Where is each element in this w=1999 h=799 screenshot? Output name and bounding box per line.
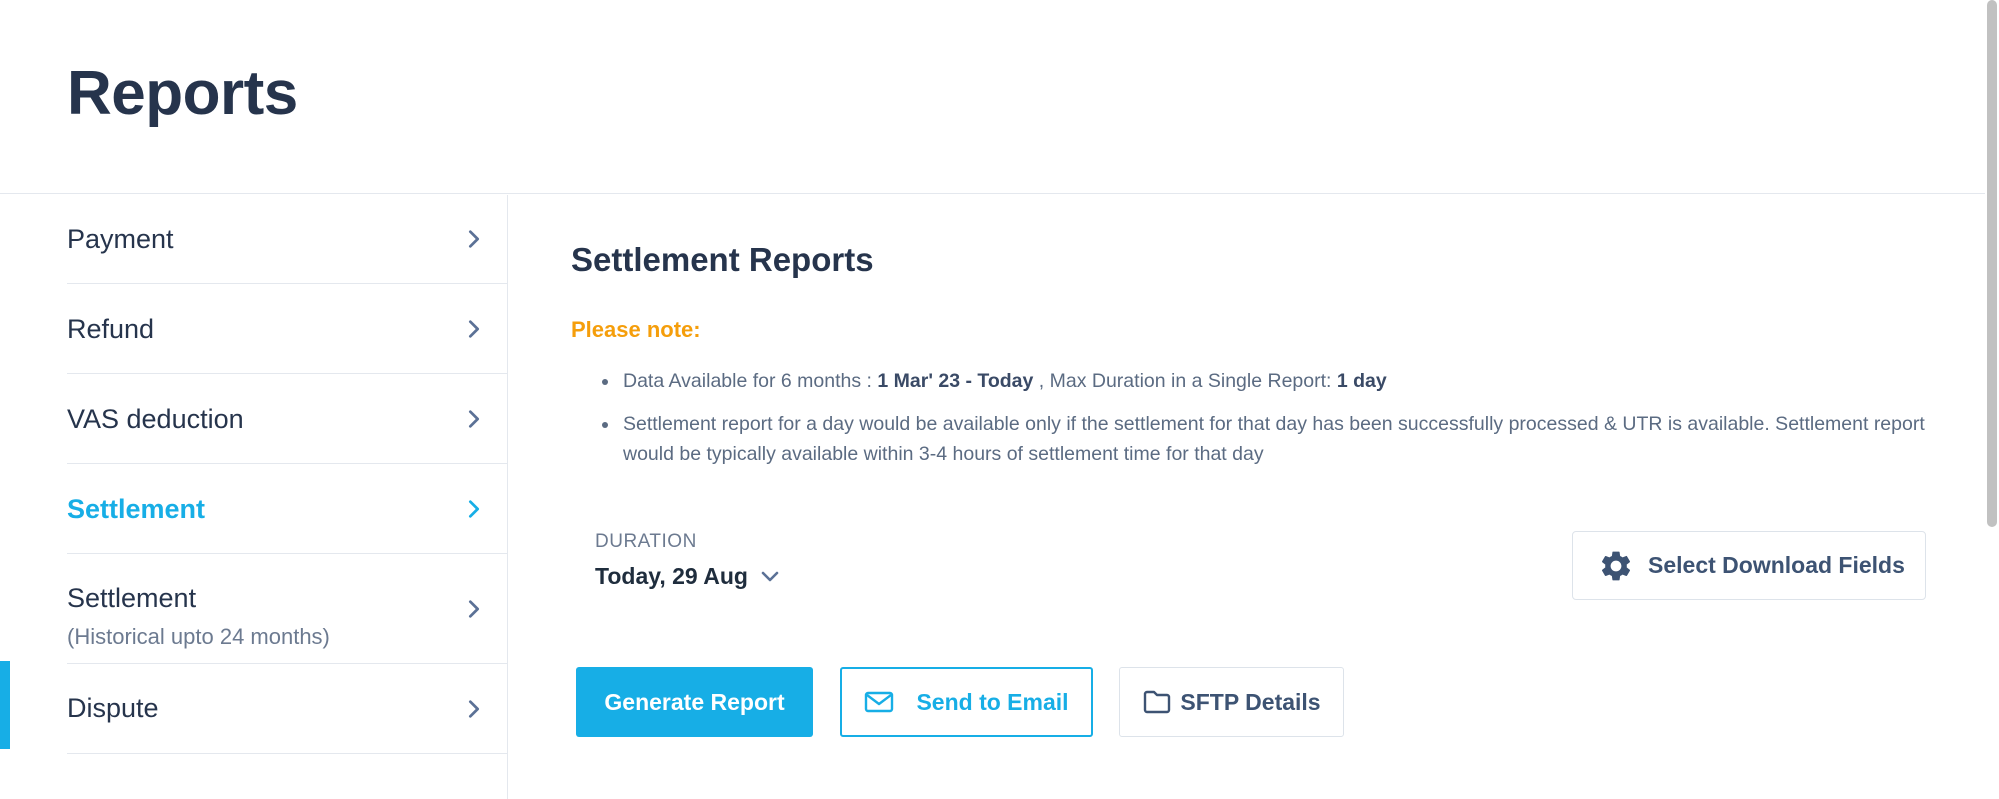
chevron-right-icon — [468, 700, 480, 718]
sidebar-item-refund[interactable]: Refund — [67, 284, 507, 374]
send-to-email-button[interactable]: Send to Email — [840, 667, 1093, 737]
duration-label: DURATION — [595, 531, 697, 552]
chevron-right-icon — [468, 320, 480, 338]
sftp-details-button[interactable]: SFTP Details — [1119, 667, 1344, 737]
gear-icon — [1601, 551, 1631, 580]
note-text: Settlement report for a day would be ava… — [623, 413, 1925, 465]
duration-value: Today, 29 Aug — [595, 563, 748, 589]
generate-report-label: Generate Report — [604, 688, 785, 715]
active-indicator — [0, 661, 10, 749]
note-max-duration: 1 day — [1336, 370, 1387, 392]
chevron-right-icon — [468, 410, 480, 428]
duration-dropdown[interactable]: Today, 29 Aug — [595, 563, 780, 590]
sidebar-item-label: Settlement — [67, 583, 197, 613]
chevron-right-icon — [468, 500, 480, 518]
sidebar-item-vas-deduction[interactable]: VAS deduction — [67, 374, 507, 464]
chevron-right-icon — [468, 600, 480, 618]
select-download-fields-label: Select Download Fields — [1648, 552, 1905, 578]
note-item: Settlement report for a day would be ava… — [594, 409, 1934, 469]
scrollbar-thumb[interactable] — [1987, 0, 1997, 527]
folder-icon — [1144, 690, 1171, 714]
sidebar-item-label: Dispute — [67, 693, 159, 723]
note-text: Data Available for 6 months : — [623, 370, 878, 392]
mail-icon — [865, 691, 894, 713]
send-to-email-label: Send to Email — [916, 688, 1069, 715]
note-label: Please note: — [571, 317, 701, 342]
sidebar-item-label: Payment — [67, 224, 174, 254]
section-title: Settlement Reports — [571, 241, 874, 278]
sidebar-item-settlement-historical[interactable]: Settlement (Historical upto 24 months) — [67, 554, 507, 664]
sidebar-item-label: Refund — [67, 314, 155, 344]
scrollbar[interactable] — [1985, 0, 1999, 799]
chevron-down-icon — [761, 571, 779, 581]
note-list: Data Available for 6 months : 1 Mar' 23 … — [594, 366, 1934, 482]
chevron-right-icon — [468, 230, 480, 248]
generate-report-button[interactable]: Generate Report — [576, 667, 813, 737]
sidebar-item-dispute[interactable]: Dispute — [67, 664, 507, 754]
settlement-reports-panel: Settlement Reports Please note: Data Ava… — [509, 195, 1985, 799]
note-text: , Max Duration in a Single Report: — [1033, 370, 1337, 392]
sidebar-item-payment[interactable]: Payment — [67, 195, 507, 284]
sidebar-item-label: VAS deduction — [67, 404, 244, 434]
note-item: Data Available for 6 months : 1 Mar' 23 … — [594, 366, 1934, 396]
sidebar-item-label: Settlement — [67, 494, 206, 524]
select-download-fields-button[interactable]: Select Download Fields — [1572, 531, 1926, 600]
page-header: Reports — [0, 0, 1985, 194]
sftp-details-label: SFTP Details — [1180, 688, 1321, 715]
note-date-range: 1 Mar' 23 - Today — [877, 370, 1034, 392]
sidebar-item-settlement[interactable]: Settlement — [67, 464, 507, 554]
sidebar: Payment Refund VAS deduction Settlement … — [0, 195, 508, 799]
page-title: Reports — [67, 59, 298, 128]
sidebar-item-sublabel: (Historical upto 24 months) — [67, 624, 330, 649]
